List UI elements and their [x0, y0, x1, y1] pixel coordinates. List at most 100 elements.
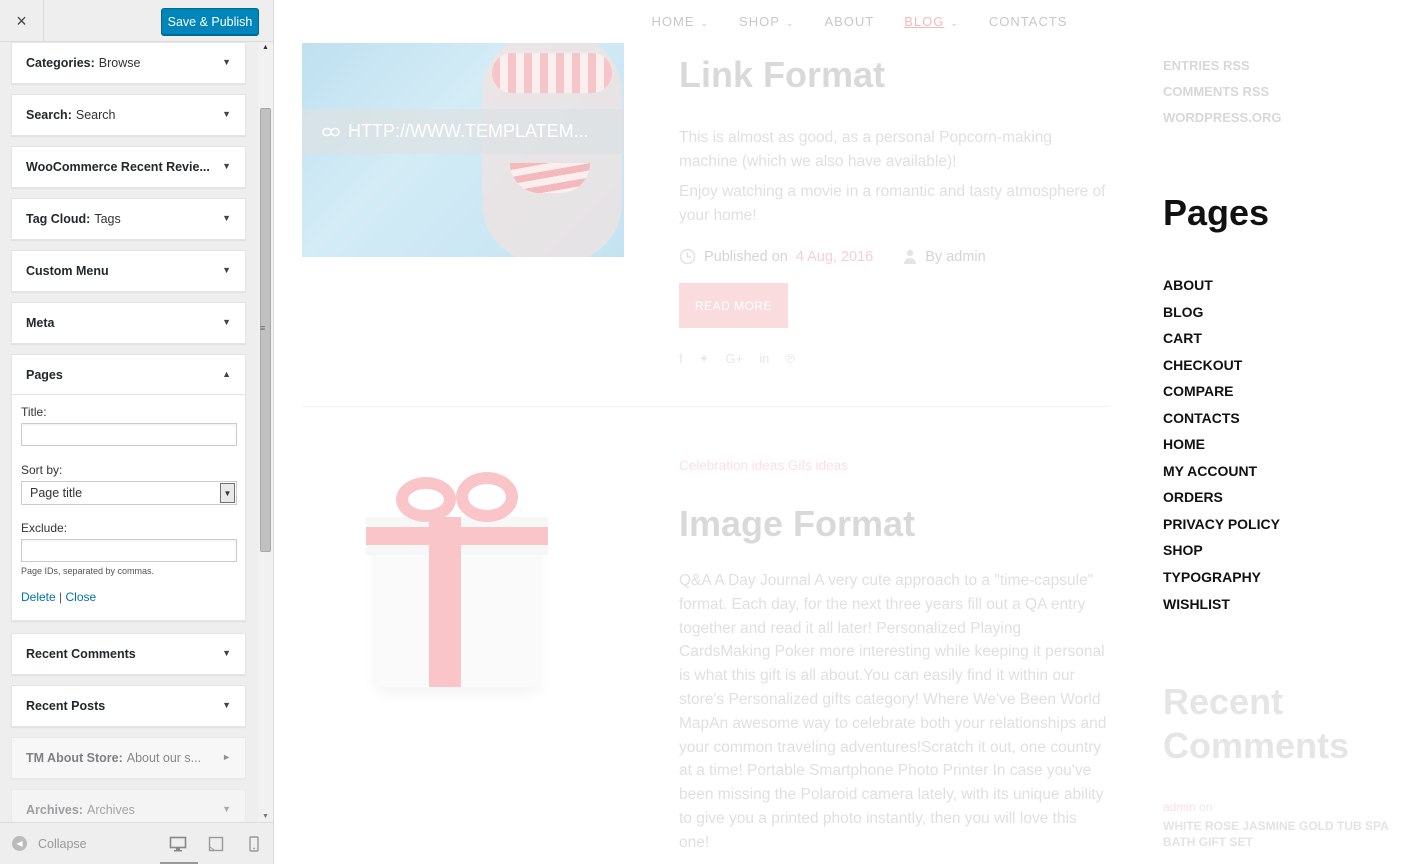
- meta-link-wordpress[interactable]: WORDPRESS.ORG: [1163, 110, 1281, 125]
- widget-categories[interactable]: Categories: Browse ▼: [11, 42, 246, 84]
- expand-arrow-icon[interactable]: ▼: [222, 700, 231, 710]
- link-icon: [322, 121, 340, 142]
- page-link[interactable]: SHOP: [1163, 542, 1203, 558]
- desktop-preview-button[interactable]: [160, 835, 198, 864]
- tablet-icon: [208, 836, 224, 852]
- sidebar-scrollbar[interactable]: ▲ ≡ ▼: [258, 42, 273, 822]
- post-title-link-format[interactable]: Link Format: [679, 54, 885, 96]
- meta-link-entries-rss[interactable]: ENTRIES RSS: [1163, 58, 1250, 73]
- widget-subtitle: Tags: [94, 212, 121, 226]
- sort-by-value: Page title: [30, 486, 83, 500]
- mobile-preview-button[interactable]: [244, 835, 264, 853]
- expand-arrow-icon[interactable]: ▼: [222, 648, 231, 658]
- collapse-button[interactable]: ◀ Collapse: [12, 836, 87, 851]
- image-detail: [492, 53, 612, 93]
- widget-archives[interactable]: Archives: Archives ▼: [11, 789, 246, 822]
- widget-title: Tag Cloud:: [26, 212, 91, 226]
- widget-recent-comments[interactable]: Recent Comments ▼: [11, 633, 246, 675]
- page-link[interactable]: BLOG: [1163, 304, 1203, 320]
- widget-custom-menu[interactable]: Custom Menu ▼: [11, 250, 246, 292]
- page-link[interactable]: MY ACCOUNT: [1163, 463, 1257, 479]
- exclude-input[interactable]: [21, 539, 237, 562]
- collapse-arrow-icon: ◀: [12, 836, 27, 851]
- widget-title: Custom Menu: [26, 264, 109, 278]
- mobile-icon: [249, 836, 259, 852]
- twitter-icon[interactable]: ✦: [699, 351, 710, 367]
- nav-item-blog[interactable]: BLOG ⌄: [904, 14, 959, 29]
- widget-subtitle: Search: [75, 108, 116, 122]
- widget-tm-about-store[interactable]: TM About Store: About our s... ►: [11, 737, 246, 779]
- nav-item-about[interactable]: ABOUT: [824, 14, 874, 29]
- page-link[interactable]: CART: [1163, 330, 1202, 346]
- widget-title: Categories:: [26, 56, 95, 70]
- expand-arrow-icon[interactable]: ▼: [222, 804, 231, 814]
- page-link[interactable]: CONTACTS: [1163, 410, 1240, 426]
- expand-arrow-icon[interactable]: ▼: [222, 57, 231, 67]
- user-icon: [904, 249, 917, 264]
- expand-arrow-icon[interactable]: ▼: [222, 265, 231, 275]
- gift-box-image[interactable]: [366, 472, 548, 692]
- recent-comment-post-link[interactable]: WHITE ROSE JASMINE GOLD TUB SPA BATH GIF…: [1163, 818, 1403, 850]
- widget-title: Recent Posts: [26, 699, 106, 713]
- widget-tag-cloud[interactable]: Tag Cloud: Tags ▼: [11, 198, 246, 240]
- nav-item-contacts[interactable]: CONTACTS: [989, 14, 1068, 29]
- widget-recent-posts[interactable]: Recent Posts ▼: [11, 685, 246, 727]
- widgets-panel: Categories: Browse ▼ Search: Search ▼ WooCom…: [0, 42, 258, 822]
- drag-arrow-icon[interactable]: ►: [222, 752, 231, 762]
- widget-subtitle: Archives: [86, 803, 135, 817]
- nav-item-shop[interactable]: SHOP ⌄: [739, 14, 794, 29]
- post-date[interactable]: 4 Aug, 2016: [796, 249, 873, 265]
- main-navigation: HOME ⌄ SHOP ⌄ ABOUT BLOG ⌄ CONTACTS: [274, 0, 1424, 43]
- page-link[interactable]: ABOUT: [1163, 277, 1213, 293]
- post-excerpt-body: Q&A A Day Journal A very cute approach t…: [679, 572, 1107, 851]
- tablet-preview-button[interactable]: [206, 835, 226, 853]
- linkedin-icon[interactable]: in: [759, 351, 769, 367]
- sort-by-label: Sort by:: [21, 463, 63, 477]
- desktop-icon: [169, 836, 187, 852]
- page-link[interactable]: CHECKOUT: [1163, 357, 1242, 373]
- page-link[interactable]: ORDERS: [1163, 489, 1223, 505]
- widget-pages[interactable]: Pages ▲ Title: Sort by: Page title ▼ Excl…: [11, 354, 246, 621]
- widget-search[interactable]: Search: Search ▼: [11, 94, 246, 136]
- expand-arrow-icon[interactable]: ▼: [222, 213, 231, 223]
- expand-arrow-icon[interactable]: ▼: [222, 109, 231, 119]
- post-categories[interactable]: Celebration ideas,Gifs ideas: [679, 458, 848, 473]
- meta-link-comments-rss[interactable]: COMMENTS RSS: [1163, 84, 1269, 99]
- scroll-down-arrow-icon[interactable]: ▼: [262, 813, 269, 820]
- nav-item-home[interactable]: HOME ⌄: [652, 14, 710, 29]
- pinterest-icon[interactable]: ℗: [785, 351, 795, 367]
- clock-icon: [679, 248, 696, 265]
- sort-by-select[interactable]: Page title ▼: [21, 481, 237, 505]
- close-icon: ×: [16, 10, 27, 31]
- expand-arrow-icon[interactable]: ▼: [222, 161, 231, 171]
- post-author[interactable]: By admin: [925, 249, 985, 265]
- close-customizer-button[interactable]: ×: [0, 0, 44, 42]
- dropdown-arrow-icon[interactable]: ▼: [220, 483, 235, 503]
- page-link[interactable]: PRIVACY POLICY: [1163, 516, 1280, 532]
- page-link[interactable]: COMPARE: [1163, 383, 1234, 399]
- expand-arrow-icon[interactable]: ▼: [222, 317, 231, 327]
- comment-author[interactable]: admin: [1163, 800, 1196, 814]
- read-more-button[interactable]: READ MORE: [679, 283, 788, 328]
- save-publish-button[interactable]: Save & Publish: [161, 8, 259, 35]
- page-link[interactable]: HOME: [1163, 436, 1205, 452]
- page-link[interactable]: WISHLIST: [1163, 596, 1230, 612]
- title-input[interactable]: [21, 423, 237, 446]
- close-link[interactable]: Close: [66, 590, 97, 604]
- widget-title: TM About Store:: [26, 751, 123, 765]
- scroll-up-arrow-icon[interactable]: ▲: [262, 44, 269, 51]
- post-link-url: HTTP://WWW.TEMPLATEM...: [348, 121, 589, 141]
- page-link[interactable]: TYPOGRAPHY: [1163, 569, 1261, 585]
- post-link-bar[interactable]: HTTP://WWW.TEMPLATEM...: [302, 109, 624, 154]
- customizer-footer: ◀ Collapse: [0, 822, 273, 864]
- google-plus-icon[interactable]: G+: [726, 351, 744, 367]
- collapse-arrow-icon[interactable]: ▲: [222, 369, 231, 379]
- post-featured-image[interactable]: HTTP://WWW.TEMPLATEM...: [302, 43, 624, 257]
- widget-meta[interactable]: Meta ▼: [11, 302, 246, 344]
- widget-woocommerce-recent-reviews[interactable]: WooCommerce Recent Revie... ▼: [11, 146, 246, 188]
- delete-link[interactable]: Delete: [21, 590, 56, 604]
- title-label: Title:: [21, 405, 47, 419]
- facebook-icon[interactable]: f: [679, 351, 683, 367]
- post-title-image-format[interactable]: Image Format: [679, 503, 915, 545]
- share-links: f ✦ G+ in ℗: [679, 351, 795, 367]
